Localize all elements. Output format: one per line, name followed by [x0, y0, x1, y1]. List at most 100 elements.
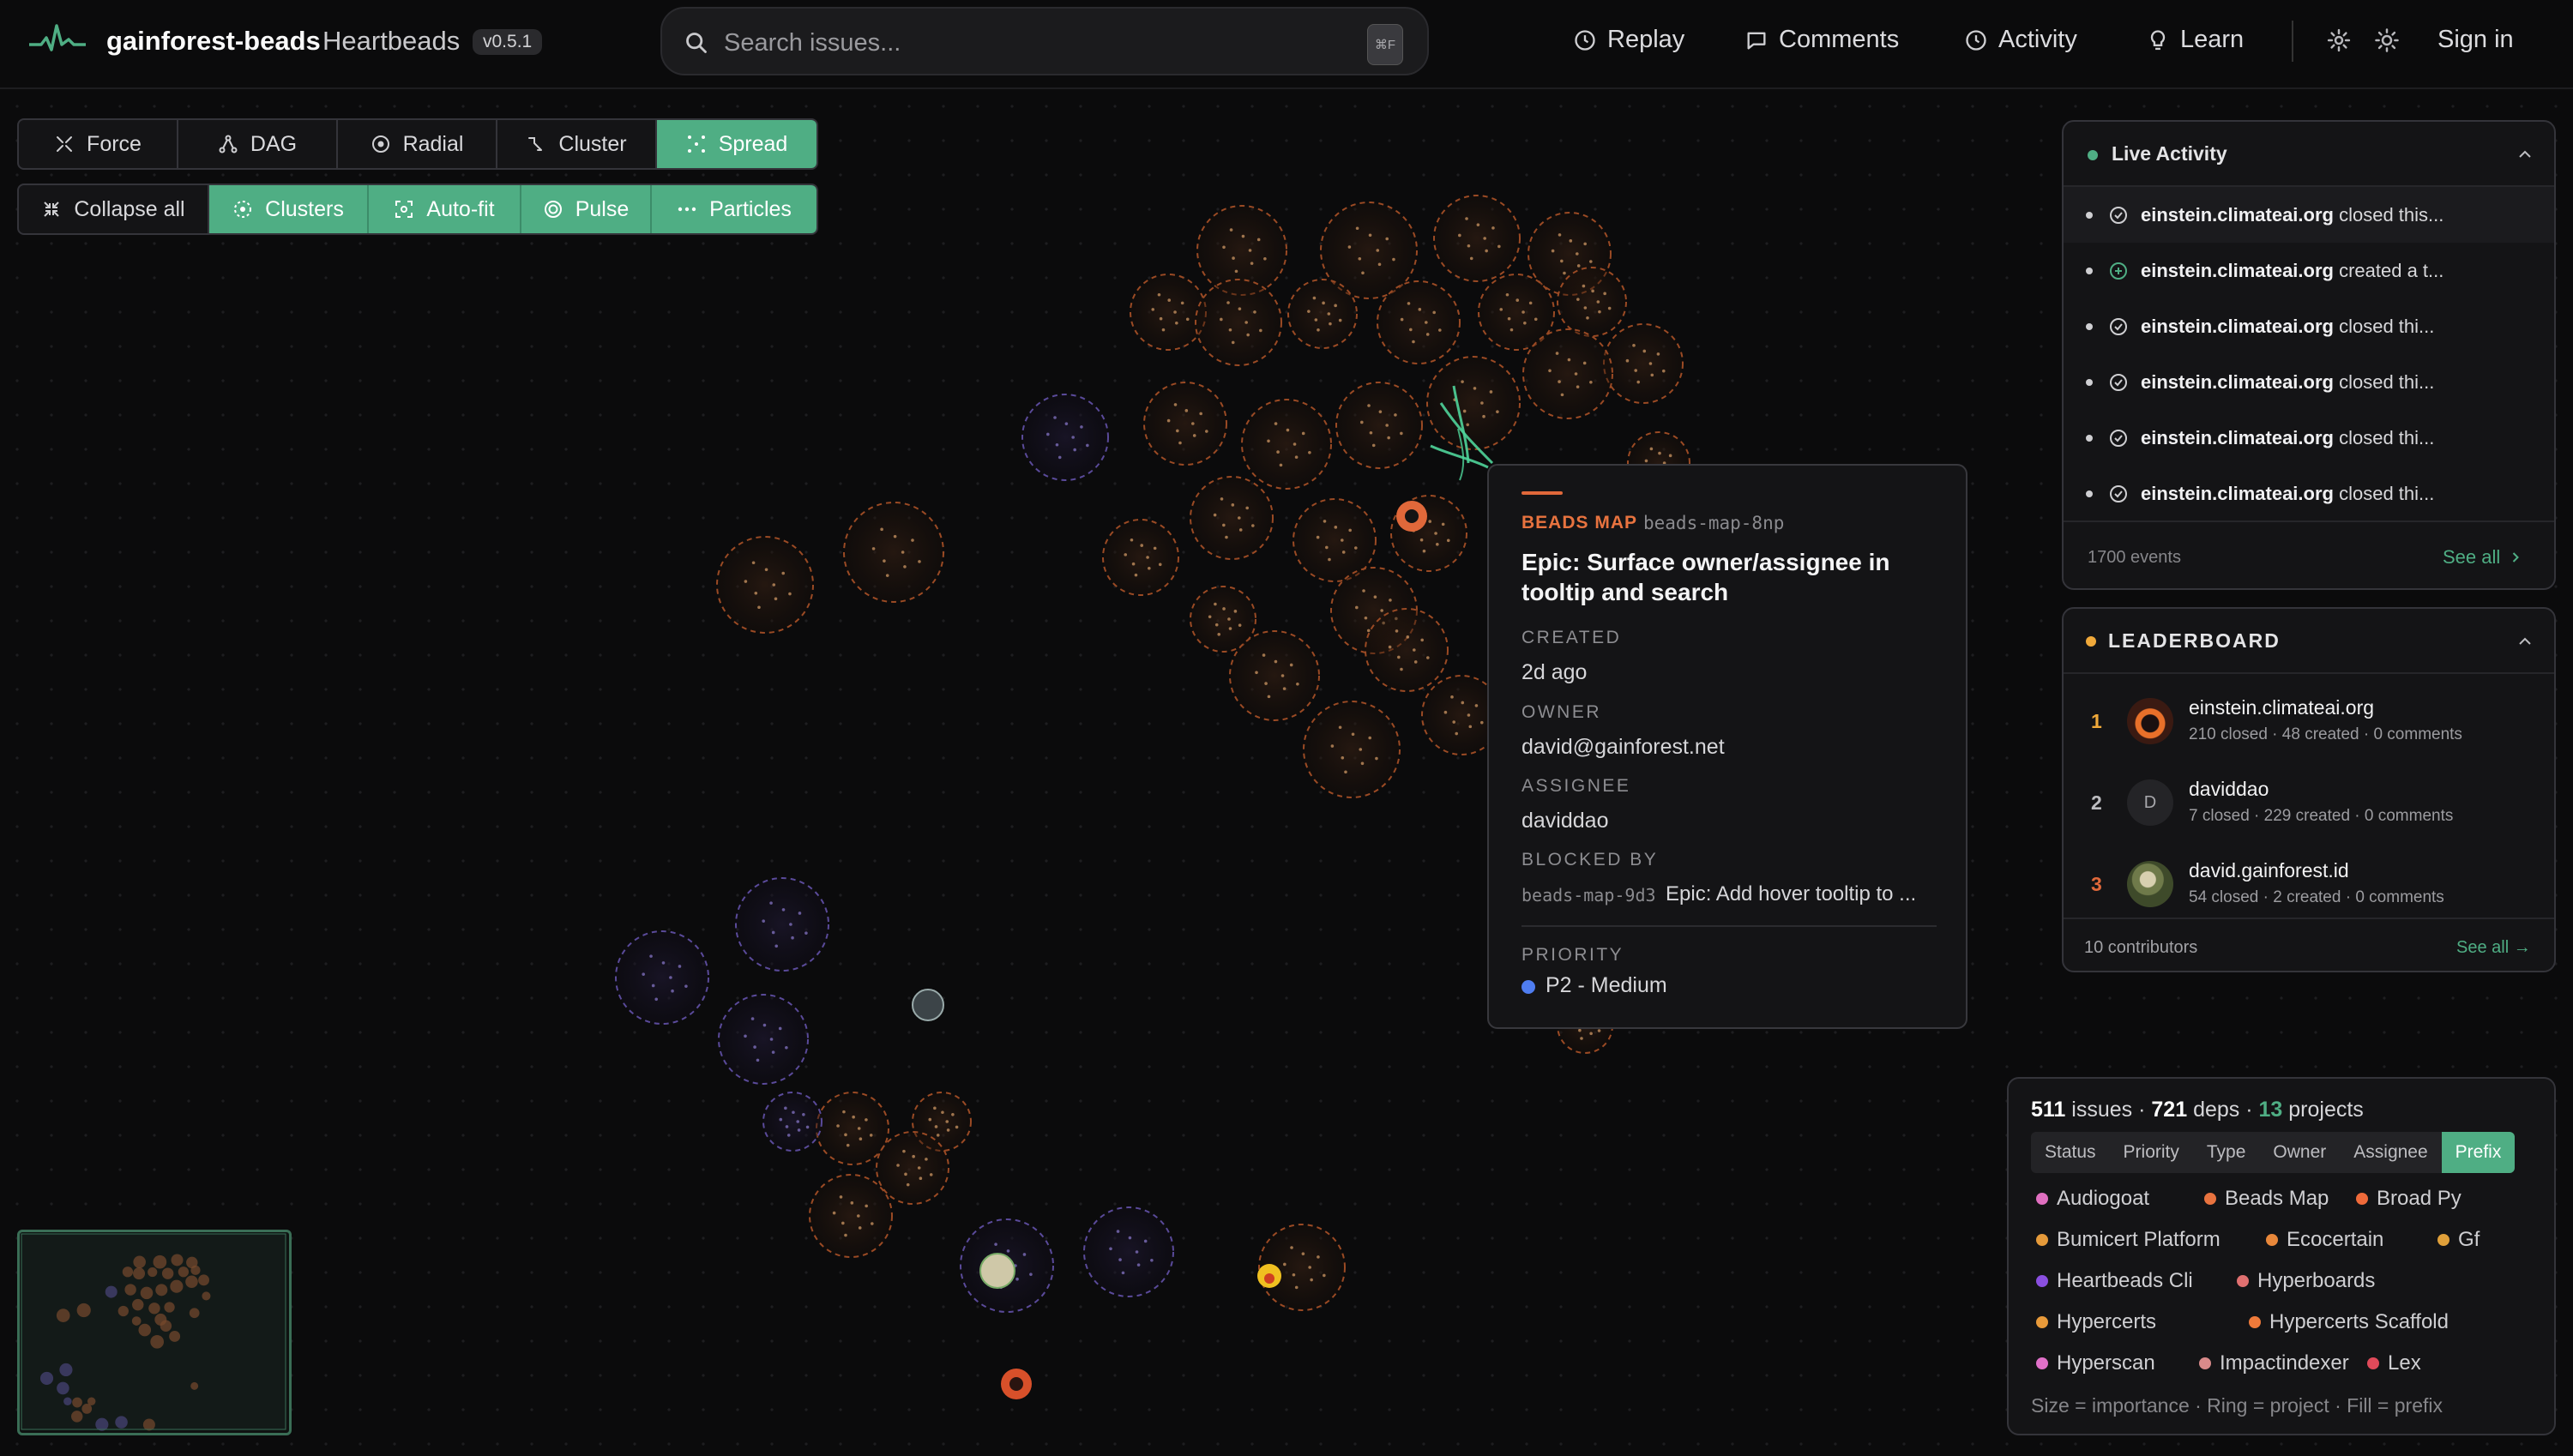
issue-node [1668, 454, 1672, 458]
leaderboard-entry[interactable]: 1 einstein.climateai.org 210 closed · 48… [2064, 686, 2554, 765]
issue-node [1467, 713, 1471, 717]
issue-node [1296, 682, 1299, 686]
issue-node [1192, 434, 1196, 437]
activity-event-row[interactable]: einstein.climateai.org closed this... [2064, 187, 2554, 243]
color-by-option-status[interactable]: Status [2031, 1132, 2110, 1173]
color-by-option-owner[interactable]: Owner [2259, 1132, 2340, 1173]
leaderboard-entry[interactable]: 3 david.gainforest.id 54 closed · 2 crea… [2064, 849, 2554, 928]
comment-icon [1747, 32, 1766, 49]
issue-node [1314, 318, 1318, 322]
project-cluster-ring [1130, 274, 1207, 351]
issue-node [1607, 306, 1612, 310]
see-all-activity-link[interactable]: See all [2443, 546, 2524, 569]
search-input[interactable] [724, 24, 1324, 62]
color-by-option-assignee[interactable]: Assignee [2340, 1132, 2441, 1173]
legend-item[interactable]: Hypercerts [2036, 1310, 2156, 1334]
issue-node [1625, 358, 1630, 363]
learn-button[interactable]: Learn [2146, 26, 2244, 54]
issue-node [1150, 1258, 1154, 1262]
legend-item[interactable]: Bumicert Platform [2036, 1228, 2220, 1252]
issue-node [1341, 551, 1346, 554]
leaderboard-entry[interactable]: 2 D daviddao 7 closed · 229 created · 0 … [2064, 767, 2554, 846]
auto-fit-toggle[interactable]: Auto-fit [369, 185, 521, 233]
issue-node [836, 1124, 840, 1128]
legend-item[interactable]: Audiogoat [2036, 1187, 2149, 1211]
comments-button[interactable]: Comments [1744, 26, 1899, 54]
issue-node [1455, 731, 1459, 736]
theme-sun-icon[interactable] [2374, 27, 2400, 53]
color-by-option-priority[interactable]: Priority [2110, 1132, 2193, 1173]
issue-node [750, 1017, 755, 1020]
settings-gear-icon[interactable] [2326, 27, 2352, 53]
force-layout-button[interactable]: Force [19, 120, 178, 168]
dag-layout-button[interactable]: DAG [178, 120, 338, 168]
activity-event-row[interactable]: einstein.climateai.org closed thi... [2064, 410, 2554, 466]
leaderboard-header[interactable]: LEADERBOARD [2064, 609, 2554, 674]
activity-event-row[interactable]: einstein.climateai.org created a t... [2064, 243, 2554, 298]
clusters-toggle[interactable]: Clusters [209, 185, 369, 233]
leaderboard-footer: 10 contributors See all → [2064, 918, 2554, 971]
issue-node [1220, 497, 1224, 501]
issue-node [1153, 546, 1157, 551]
issue-node [1006, 1249, 1010, 1253]
search-bar[interactable]: ⌘F [660, 7, 1429, 75]
spread-layout-button[interactable]: Spread [657, 120, 816, 168]
legend-swatch [2036, 1193, 2048, 1205]
see-all-label: See all [2443, 546, 2501, 568]
minimap-canvas[interactable] [20, 1232, 289, 1433]
activity-button[interactable]: Activity [1964, 26, 2077, 54]
minimap[interactable] [17, 1230, 292, 1435]
activity-event-row[interactable]: einstein.climateai.org closed thi... [2064, 466, 2554, 521]
chevron-up-icon[interactable] [2515, 631, 2535, 652]
legend-label: Heartbeads Cli [2057, 1269, 2193, 1292]
app-name[interactable]: gainforest-beads [106, 26, 321, 57]
legend-item[interactable]: Hyperboards [2237, 1269, 2375, 1293]
issue-node [994, 1242, 997, 1246]
legend-item[interactable]: Broad Py [2356, 1187, 2462, 1211]
tooltip-title: Epic: Surface owner/assignee in tooltip … [1522, 549, 1890, 605]
blocked-by-title[interactable]: Epic: Add hover tooltip to ... [1666, 882, 1916, 906]
legend-item[interactable]: Hypercerts Scaffold [2249, 1310, 2449, 1334]
issue-node [1246, 333, 1250, 337]
see-all-contributors-link[interactable]: See all → [2456, 938, 2531, 958]
legend-item[interactable]: Heartbeads Cli [2036, 1269, 2193, 1293]
issue-node [1157, 292, 1161, 297]
chevron-up-icon[interactable] [2515, 144, 2535, 165]
issue-node [1426, 656, 1430, 659]
legend-item[interactable]: Impactindexer [2199, 1351, 2349, 1375]
legend-item[interactable]: Ecocertain [2266, 1228, 2383, 1252]
issue-node [1418, 308, 1422, 311]
issue-node [1267, 439, 1270, 443]
legend-item[interactable]: Hyperscan [2036, 1351, 2155, 1375]
activity-event-row[interactable]: einstein.climateai.org closed thi... [2064, 354, 2554, 410]
issue-node [1276, 450, 1280, 454]
avatar-node [979, 1253, 1015, 1289]
issue-node [1290, 1246, 1293, 1249]
check-circle-icon [2110, 429, 2127, 447]
activity-event-row[interactable]: einstein.climateai.org closed thi... [2064, 298, 2554, 354]
radial-layout-button[interactable]: Radial [338, 120, 497, 168]
live-activity-header[interactable]: Live Activity [2064, 122, 2554, 187]
issue-node [1375, 756, 1378, 761]
radial-label: Radial [402, 131, 464, 156]
color-by-option-prefix[interactable]: Prefix [2441, 1132, 2516, 1173]
issue-node [1452, 720, 1456, 724]
particles-toggle[interactable]: Particles [652, 185, 816, 233]
collapse-all-button[interactable]: Collapse all [19, 185, 209, 233]
cluster-layout-button[interactable]: Cluster [497, 120, 657, 168]
sign-in-button[interactable]: Sign in [2437, 26, 2514, 54]
replay-button[interactable]: Replay [1573, 26, 1684, 54]
issue-node [669, 976, 672, 979]
legend-item[interactable]: Gf [2437, 1228, 2480, 1252]
issue-node [1055, 442, 1059, 447]
legend-item[interactable]: Lex [2367, 1351, 2421, 1375]
issue-node [1474, 704, 1479, 707]
issue-node [1256, 238, 1261, 242]
color-by-option-type[interactable]: Type [2193, 1132, 2260, 1173]
heartbeat-logo-icon[interactable] [29, 21, 86, 55]
legend-item[interactable]: Beads Map [2204, 1187, 2329, 1211]
issue-node [1395, 629, 1399, 633]
pulse-toggle[interactable]: Pulse [521, 185, 652, 233]
project-cluster-ring [735, 877, 829, 972]
blocked-by-id[interactable]: beads-map-9d3 [1522, 885, 1656, 905]
